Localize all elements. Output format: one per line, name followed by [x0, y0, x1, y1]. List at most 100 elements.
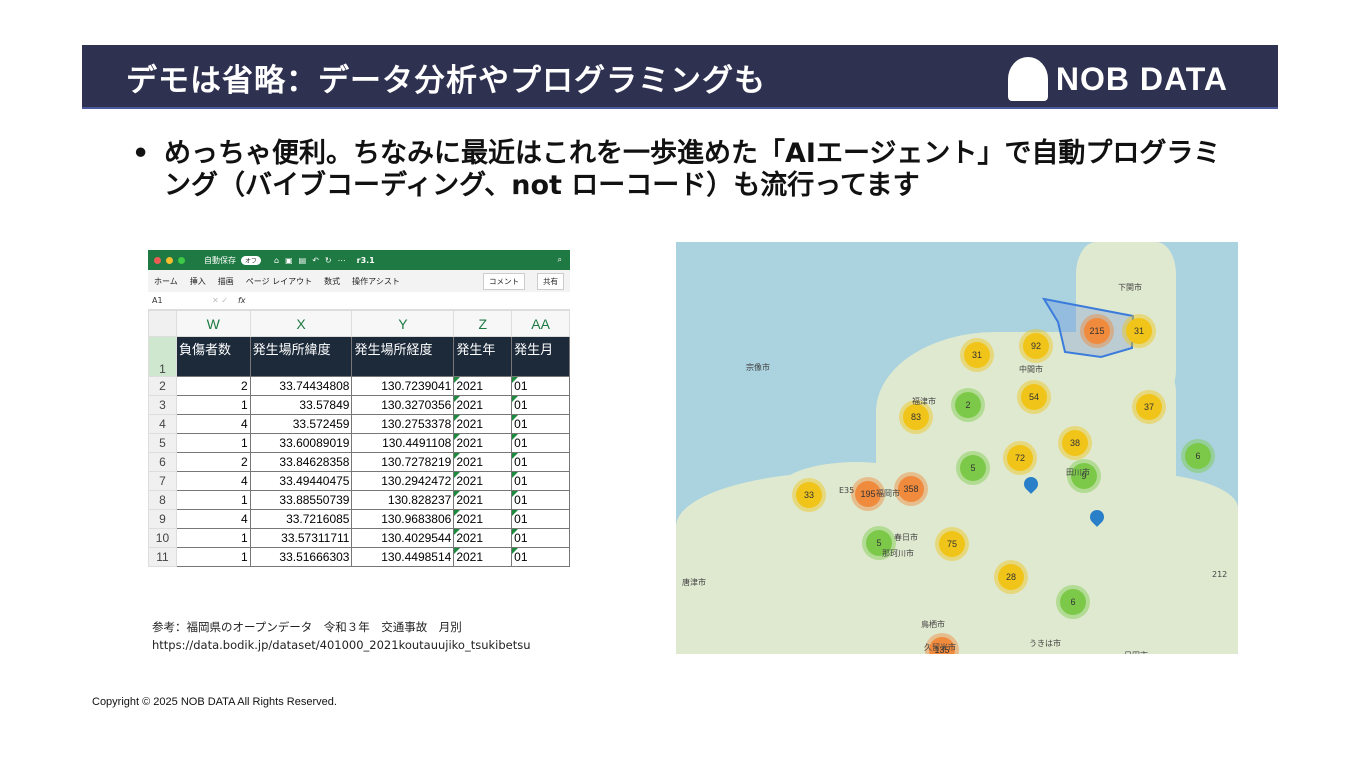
- row-number[interactable]: 8: [148, 490, 177, 510]
- table-cell[interactable]: 130.828237: [351, 490, 455, 510]
- table-cell[interactable]: 33.7216085: [249, 509, 353, 529]
- table-cell[interactable]: 2021: [453, 452, 513, 472]
- file-name[interactable]: r3.1: [357, 256, 375, 265]
- header-cell[interactable]: 発生年: [453, 336, 513, 377]
- table-cell[interactable]: 130.7278219: [351, 452, 455, 472]
- table-cell[interactable]: 130.9683806: [351, 509, 455, 529]
- header-cell[interactable]: 発生場所緯度: [249, 336, 353, 377]
- row-number[interactable]: 2: [148, 376, 177, 396]
- table-cell[interactable]: 4: [175, 414, 251, 434]
- tab-insert[interactable]: 挿入: [190, 276, 206, 287]
- table-cell[interactable]: 2021: [453, 376, 513, 396]
- comment-button[interactable]: コメント: [483, 272, 525, 290]
- table-cell[interactable]: 4: [175, 471, 251, 491]
- table-cell[interactable]: 1: [175, 547, 251, 567]
- table-cell[interactable]: 01: [511, 376, 570, 396]
- row-number[interactable]: 6: [148, 452, 177, 472]
- table-cell[interactable]: 1: [175, 433, 251, 453]
- table-cell[interactable]: 2: [175, 376, 251, 396]
- row-number[interactable]: 11: [148, 547, 177, 567]
- search-icon[interactable]: ⌕: [558, 255, 562, 265]
- reference-url[interactable]: https://data.bodik.jp/dataset/401000_202…: [152, 636, 531, 654]
- row-number[interactable]: 3: [148, 395, 177, 415]
- tab-page-layout[interactable]: ページ レイアウト: [246, 276, 312, 287]
- column-header[interactable]: AA: [511, 310, 570, 337]
- table-cell[interactable]: 33.84628358: [249, 452, 353, 472]
- assist-button[interactable]: 操作アシスト: [352, 276, 400, 287]
- table-cell[interactable]: 2021: [453, 414, 513, 434]
- map-cluster-marker[interactable]: 6: [1185, 443, 1211, 469]
- table-cell[interactable]: 2021: [453, 547, 513, 567]
- table-cell[interactable]: 130.2942472: [351, 471, 455, 491]
- table-cell[interactable]: 130.3270356: [351, 395, 455, 415]
- row-number[interactable]: 5: [148, 433, 177, 453]
- map-cluster-marker[interactable]: 215: [1084, 318, 1110, 344]
- table-cell[interactable]: 01: [511, 509, 570, 529]
- table-cell[interactable]: 2021: [453, 471, 513, 491]
- table-cell[interactable]: 01: [511, 414, 570, 434]
- row-number[interactable]: 4: [148, 414, 177, 434]
- table-cell[interactable]: 01: [511, 433, 570, 453]
- header-cell[interactable]: 発生場所経度: [351, 336, 455, 377]
- table-cell[interactable]: 33.74434808: [249, 376, 353, 396]
- table-cell[interactable]: 2: [175, 452, 251, 472]
- map-cluster-marker[interactable]: 6: [1060, 589, 1086, 615]
- table-cell[interactable]: 2021: [453, 509, 513, 529]
- table-cell[interactable]: 2021: [453, 528, 513, 548]
- table-cell[interactable]: 01: [511, 490, 570, 510]
- table-cell[interactable]: 1: [175, 490, 251, 510]
- map-cluster-marker[interactable]: 92: [1023, 333, 1049, 359]
- table-cell[interactable]: 01: [511, 471, 570, 491]
- name-box[interactable]: A1: [152, 296, 202, 305]
- map-cluster-marker[interactable]: 5: [960, 455, 986, 481]
- table-cell[interactable]: 130.2753378: [351, 414, 455, 434]
- map-cluster-marker[interactable]: 2: [955, 392, 981, 418]
- table-cell[interactable]: 01: [511, 395, 570, 415]
- row-number[interactable]: 10: [148, 528, 177, 548]
- map-cluster-marker[interactable]: 54: [1021, 384, 1047, 410]
- table-cell[interactable]: 33.88550739: [249, 490, 353, 510]
- header-cell[interactable]: 負傷者数: [175, 336, 251, 377]
- table-cell[interactable]: 130.4498514: [351, 547, 455, 567]
- table-cell[interactable]: 33.60089019: [249, 433, 353, 453]
- map-cluster-marker[interactable]: 83: [903, 404, 929, 430]
- table-cell[interactable]: 01: [511, 528, 570, 548]
- map-cluster-marker[interactable]: 38: [1062, 430, 1088, 456]
- table-cell[interactable]: 33.572459: [249, 414, 353, 434]
- column-header[interactable]: Z: [453, 310, 513, 337]
- map-cluster-marker[interactable]: 72: [1007, 445, 1033, 471]
- share-button[interactable]: 共有: [537, 272, 564, 290]
- tab-home[interactable]: ホーム: [154, 276, 178, 287]
- table-cell[interactable]: 130.4029544: [351, 528, 455, 548]
- column-header[interactable]: W: [175, 310, 251, 337]
- table-cell[interactable]: 1: [175, 528, 251, 548]
- table-cell[interactable]: 33.57311711: [249, 528, 353, 548]
- row-number[interactable]: 7: [148, 471, 177, 491]
- column-header[interactable]: Y: [351, 310, 455, 337]
- row-number[interactable]: 9: [148, 509, 177, 529]
- table-cell[interactable]: 2021: [453, 490, 513, 510]
- table-cell[interactable]: 4: [175, 509, 251, 529]
- map-cluster-marker[interactable]: 75: [939, 531, 965, 557]
- map-cluster-marker[interactable]: 37: [1136, 394, 1162, 420]
- map-cluster-marker[interactable]: 358: [898, 476, 924, 502]
- table-cell[interactable]: 2021: [453, 433, 513, 453]
- header-cell[interactable]: 発生月: [511, 336, 570, 377]
- table-cell[interactable]: 130.4491108: [351, 433, 455, 453]
- table-cell[interactable]: 33.49440475: [249, 471, 353, 491]
- table-cell[interactable]: 01: [511, 547, 570, 567]
- table-cell[interactable]: 130.7239041: [351, 376, 455, 396]
- map-cluster-marker[interactable]: 33: [796, 482, 822, 508]
- table-cell[interactable]: 2021: [453, 395, 513, 415]
- table-cell[interactable]: 33.57849: [249, 395, 353, 415]
- tab-formulas[interactable]: 数式: [324, 276, 340, 287]
- table-cell[interactable]: 33.51666303: [249, 547, 353, 567]
- table-cell[interactable]: 01: [511, 452, 570, 472]
- tab-draw[interactable]: 描画: [218, 276, 234, 287]
- table-cell[interactable]: 1: [175, 395, 251, 415]
- column-header[interactable]: X: [249, 310, 353, 337]
- map-cluster-marker[interactable]: 31: [1126, 318, 1152, 344]
- map-cluster-marker[interactable]: 31: [964, 342, 990, 368]
- autosave-toggle[interactable]: オフ: [241, 255, 262, 265]
- map-cluster-marker[interactable]: 28: [998, 564, 1024, 590]
